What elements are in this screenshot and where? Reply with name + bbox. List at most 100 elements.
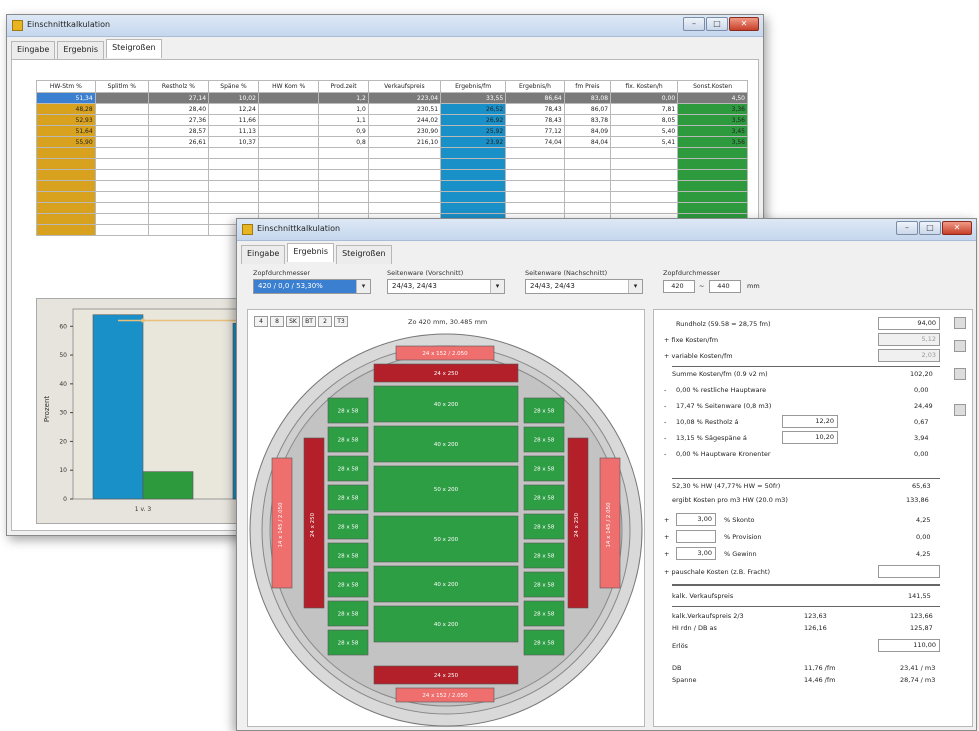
table-cell[interactable] — [147, 224, 210, 236]
table-cell[interactable] — [318, 191, 369, 203]
table-cell[interactable] — [505, 191, 565, 203]
table-row[interactable] — [36, 169, 748, 181]
table-cell[interactable] — [36, 202, 96, 214]
column-header[interactable]: Sonst.Kosten — [677, 80, 748, 93]
close-button[interactable]: ✕ — [729, 17, 759, 31]
table-row[interactable] — [36, 191, 748, 203]
table-cell[interactable]: 55,90 — [36, 136, 96, 148]
table-cell[interactable]: 28,57 — [147, 125, 210, 137]
table-cell[interactable] — [94, 224, 149, 236]
table-cell[interactable]: 230,51 — [367, 103, 442, 115]
table-cell[interactable] — [367, 202, 442, 214]
table-cell[interactable]: 8,05 — [610, 114, 679, 126]
table-cell[interactable]: 4,50 — [677, 92, 748, 104]
table-cell[interactable]: 77,12 — [505, 125, 565, 137]
diagram-toolbar-button[interactable]: T3 — [334, 316, 348, 327]
table-cell[interactable]: 83,78 — [563, 114, 612, 126]
rundholz-option-button[interactable] — [954, 317, 966, 329]
table-cell[interactable]: 3,45 — [677, 125, 748, 137]
table-cell[interactable] — [505, 202, 565, 214]
table-cell[interactable] — [208, 202, 259, 214]
table-cell[interactable] — [94, 213, 149, 225]
table-cell[interactable] — [94, 202, 149, 214]
table-cell[interactable] — [257, 125, 320, 137]
table-cell[interactable] — [94, 114, 149, 126]
table-cell[interactable] — [94, 191, 149, 203]
table-cell[interactable] — [36, 191, 96, 203]
table-cell[interactable] — [94, 103, 149, 115]
table-row[interactable]: 48,28 28,40 12,24 1,0 230,51 26,52 78,43 86,07 7… — [36, 103, 748, 115]
table-cell[interactable]: 0,00 — [610, 92, 679, 104]
table-cell[interactable]: 28,40 — [147, 103, 210, 115]
table-cell[interactable]: 26,52 — [440, 103, 507, 115]
table-cell[interactable] — [147, 147, 210, 159]
table-cell[interactable] — [36, 224, 96, 236]
table-cell[interactable] — [505, 147, 565, 159]
table-cell[interactable] — [208, 180, 259, 192]
column-header[interactable]: Restholz % — [147, 80, 210, 93]
tab-ergebnis[interactable]: Ergebnis — [287, 243, 335, 262]
table-cell[interactable] — [208, 147, 259, 159]
table-cell[interactable]: 3,56 — [677, 136, 748, 148]
table-cell[interactable] — [94, 125, 149, 137]
table-row[interactable] — [36, 158, 748, 170]
table-cell[interactable] — [440, 180, 507, 192]
nachschnitt-select[interactable]: 24/43, 24/43 ▾ — [525, 279, 643, 294]
table-cell[interactable]: 51,34 — [36, 92, 96, 104]
table-cell[interactable]: 10,37 — [208, 136, 259, 148]
tab-ergebnis[interactable]: Ergebnis — [57, 41, 105, 60]
table-cell[interactable] — [36, 147, 96, 159]
table-cell[interactable]: 11,13 — [208, 125, 259, 137]
table-cell[interactable]: 216,10 — [367, 136, 442, 148]
table-cell[interactable] — [367, 191, 442, 203]
table-cell[interactable]: 3,36 — [677, 103, 748, 115]
fix-kosten-option-button[interactable] — [954, 340, 966, 352]
table-cell[interactable] — [257, 158, 320, 170]
table-cell[interactable] — [677, 158, 748, 170]
table-cell[interactable] — [367, 169, 442, 181]
column-header[interactable]: Splitlm % — [94, 80, 149, 93]
table-cell[interactable]: 223,04 — [367, 92, 442, 104]
table-cell[interactable]: 26,92 — [440, 114, 507, 126]
diameter-to-input[interactable]: 440 — [709, 280, 741, 293]
table-cell[interactable]: 74,04 — [505, 136, 565, 148]
column-header[interactable]: Späne % — [208, 80, 259, 93]
table-cell[interactable] — [147, 213, 210, 225]
table-cell[interactable]: 83,08 — [563, 92, 612, 104]
table-cell[interactable] — [505, 169, 565, 181]
table-cell[interactable] — [257, 114, 320, 126]
table-cell[interactable] — [36, 169, 96, 181]
table-cell[interactable] — [147, 191, 210, 203]
table-cell[interactable]: 0,9 — [318, 125, 369, 137]
table-cell[interactable] — [677, 169, 748, 181]
diagram-toolbar-button[interactable]: BT — [302, 316, 316, 327]
table-cell[interactable]: 86,07 — [563, 103, 612, 115]
table-cell[interactable]: 5,41 — [610, 136, 679, 148]
table-cell[interactable] — [367, 158, 442, 170]
table-cell[interactable]: 7,81 — [610, 103, 679, 115]
table-cell[interactable]: 48,28 — [36, 103, 96, 115]
table-cell[interactable]: 230,90 — [367, 125, 442, 137]
table-cell[interactable]: 1,1 — [318, 114, 369, 126]
table-cell[interactable] — [94, 92, 149, 104]
diagram-toolbar-button[interactable]: 8 — [270, 316, 284, 327]
table-cell[interactable] — [563, 202, 612, 214]
table-cell[interactable] — [257, 180, 320, 192]
table-row[interactable] — [36, 180, 748, 192]
table-cell[interactable] — [318, 180, 369, 192]
table-cell[interactable]: 78,43 — [505, 103, 565, 115]
table-cell[interactable]: 3,56 — [677, 114, 748, 126]
column-header[interactable]: Prod.zeit — [318, 80, 369, 93]
table-cell[interactable] — [257, 103, 320, 115]
maximize-button[interactable]: □ — [919, 221, 941, 235]
table-cell[interactable]: 78,43 — [505, 114, 565, 126]
table-cell[interactable] — [610, 147, 679, 159]
table-cell[interactable]: 84,09 — [563, 125, 612, 137]
table-cell[interactable]: 86,64 — [505, 92, 565, 104]
table-cell[interactable] — [677, 191, 748, 203]
table-cell[interactable] — [257, 191, 320, 203]
table-cell[interactable] — [318, 158, 369, 170]
tab-steigroessen[interactable]: Steigroßen — [336, 245, 392, 264]
zopf-select[interactable]: 420 / 0,0 / 53,30% ▾ — [253, 279, 371, 294]
diagram-toolbar-button[interactable]: 2 — [318, 316, 332, 327]
